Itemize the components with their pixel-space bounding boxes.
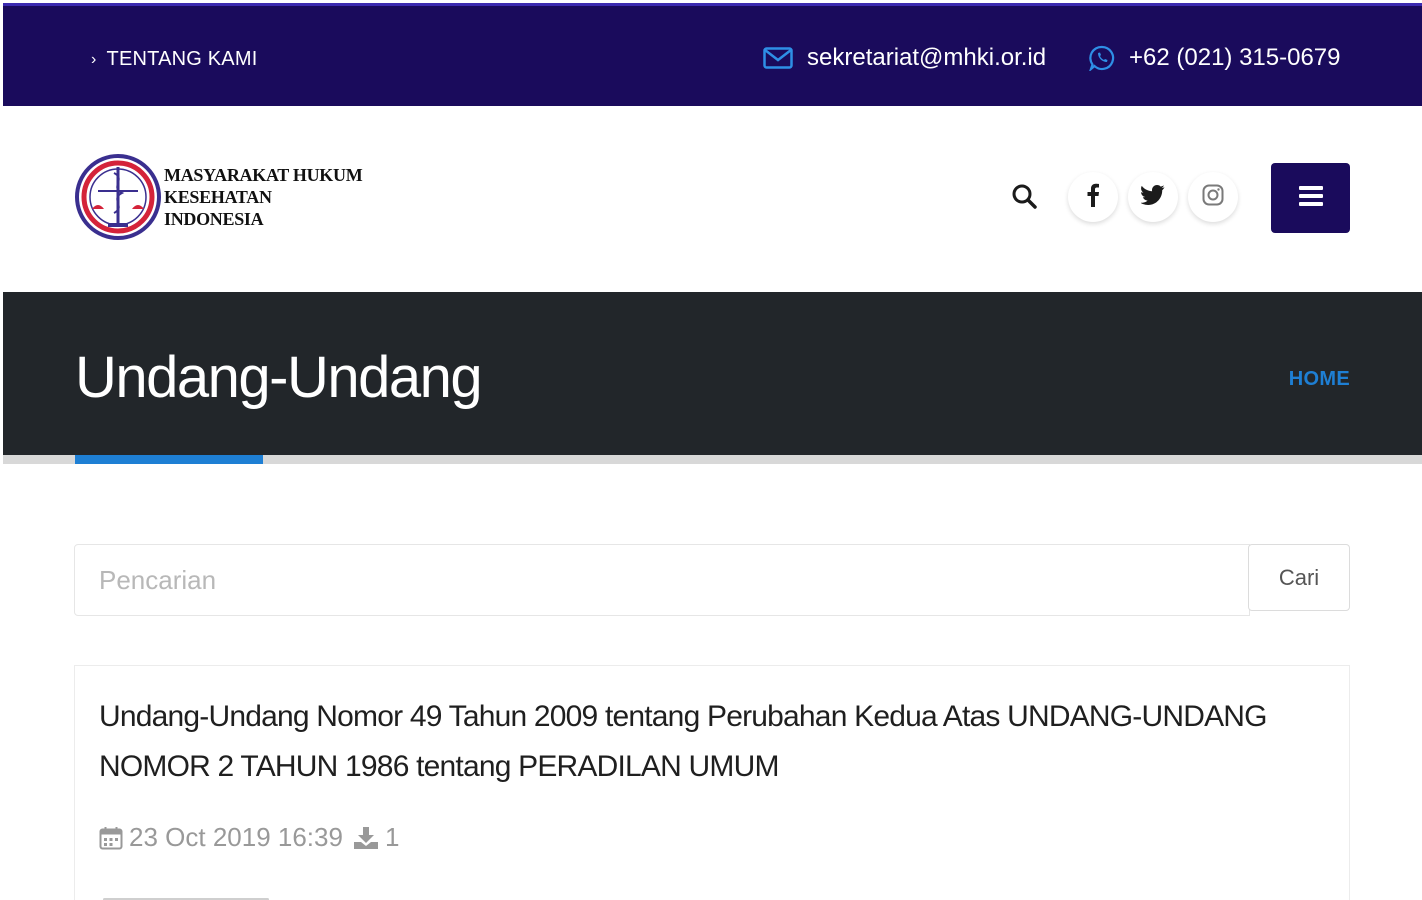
menu-button[interactable] [1271, 163, 1350, 233]
calendar-icon [99, 826, 123, 850]
brand-line-2: KESEHATAN INDONESIA [164, 187, 272, 229]
search-icon[interactable] [1010, 182, 1042, 214]
page-title: Undang-Undang [75, 345, 483, 410]
download-count: 1 [384, 822, 400, 852]
search-button[interactable]: Cari [1248, 544, 1350, 611]
document-date: 23 Oct 2019 16:39 [129, 822, 343, 852]
email-link[interactable]: sekretariat@mhki.or.id [763, 44, 1046, 72]
instagram-button[interactable] [1188, 172, 1238, 222]
phone-text: +62 (021) 315-0679 [1129, 44, 1341, 71]
page: › TENTANG KAMI sekretariat@mhki.or.id +6… [0, 0, 1422, 900]
facebook-button[interactable] [1068, 172, 1118, 222]
phone-link[interactable]: +62 (021) 315-0679 [1089, 44, 1341, 72]
download-icon [353, 826, 379, 850]
about-label: TENTANG KAMI [106, 48, 258, 70]
twitter-icon [1140, 184, 1165, 210]
chevron-right-icon: › [91, 50, 97, 68]
brand-line-1: MASYARAKAT HUKUM [164, 165, 363, 185]
document-title-link[interactable]: Undang-Undang Nomor 49 Tahun 2009 tentan… [99, 692, 1299, 792]
twitter-button[interactable] [1128, 172, 1178, 222]
search-input[interactable] [74, 544, 1250, 616]
page-title-band: Undang-Undang HOME [3, 292, 1422, 455]
email-text: sekretariat@mhki.or.id [807, 44, 1047, 71]
site-logo[interactable]: MASYARAKAT HUKUM KESEHATAN INDONESIA [74, 152, 374, 242]
document-meta: 23 Oct 2019 16:39 1 [99, 822, 399, 853]
whatsapp-icon [1089, 45, 1115, 71]
about-link[interactable]: › TENTANG KAMI [91, 48, 257, 71]
breadcrumb-home[interactable]: HOME [1289, 368, 1350, 391]
logo-brand-text: MASYARAKAT HUKUM KESEHATAN INDONESIA [164, 164, 374, 230]
logo-emblem-icon [74, 153, 162, 241]
instagram-icon [1202, 184, 1224, 211]
site-header: MASYARAKAT HUKUM KESEHATAN INDONESIA [0, 106, 1422, 292]
facebook-icon [1086, 183, 1100, 212]
title-band-accent [75, 455, 263, 464]
top-bar: › TENTANG KAMI sekretariat@mhki.or.id +6… [3, 3, 1422, 106]
menu-icon [1298, 185, 1324, 212]
envelope-icon [763, 47, 793, 69]
document-card: Undang-Undang Nomor 49 Tahun 2009 tentan… [74, 665, 1350, 900]
